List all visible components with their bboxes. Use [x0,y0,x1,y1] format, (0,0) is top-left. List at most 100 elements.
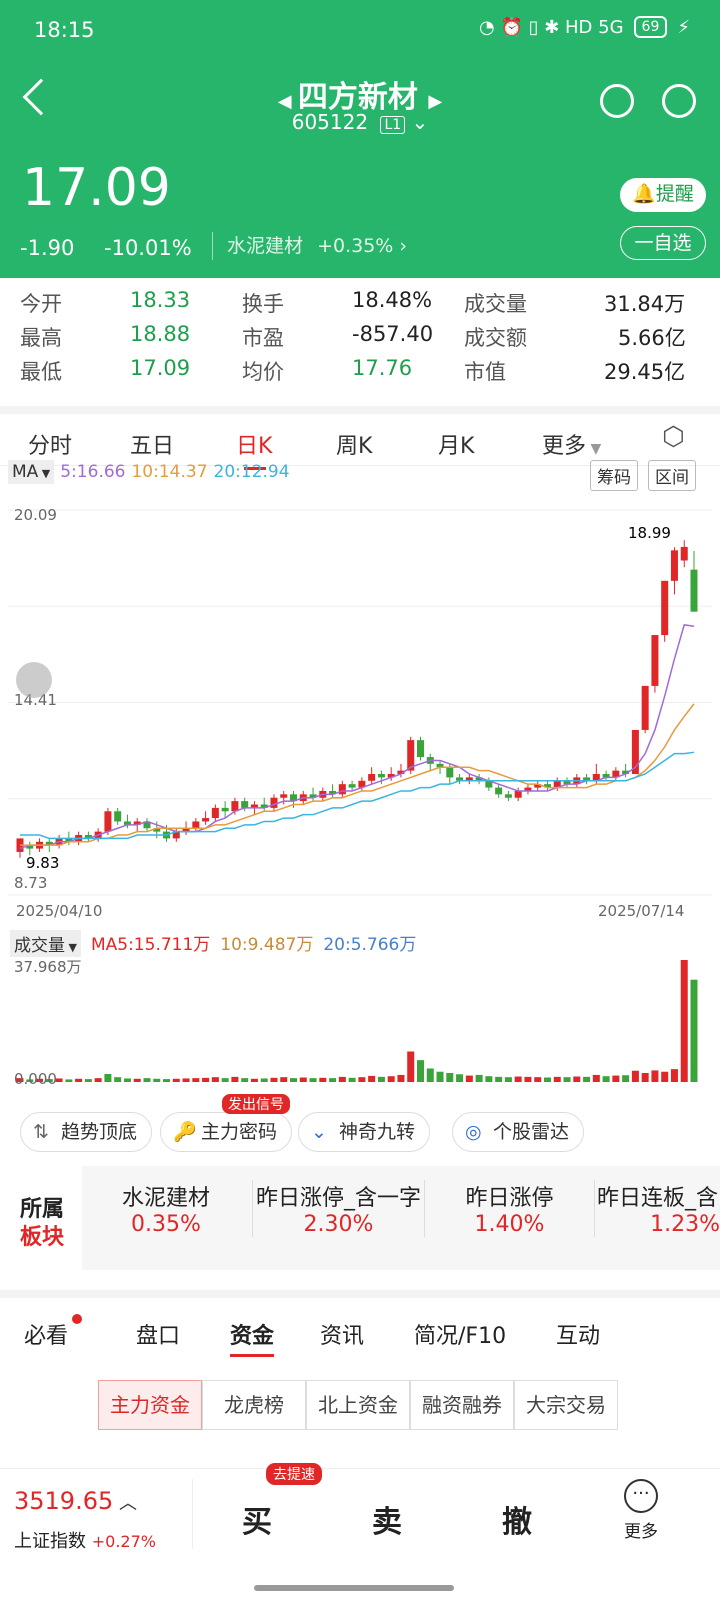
next-stock-icon[interactable]: ▶ [428,91,442,112]
tab-interact[interactable]: 互动 [556,1318,600,1350]
k-line-chart[interactable]: 20.09 14.41 8.73 9.83 18.99 2025/04/10 2… [8,500,712,918]
board-item[interactable]: 水泥建材 0.35% [82,1180,250,1237]
board-name: 水泥建材 [121,1186,210,1211]
stock-radar-button[interactable]: ◎ 个股雷达 [452,1112,585,1152]
board-item[interactable]: 昨日连板_含 1.23% [594,1180,720,1237]
volume-bar [319,1077,327,1082]
chips-button[interactable]: 筹码 [590,460,638,491]
board-name: 昨日涨停_含一字 [255,1186,421,1211]
range-button[interactable]: 区间 [648,460,696,491]
volume-bar [612,1075,620,1082]
volume-bar [309,1078,317,1082]
alert-button[interactable]: 🔔提醒 [620,178,706,212]
candle [495,787,503,795]
status-icons: ◔ ⏰ ▯ ✱ HD 5G 69 ⚡ [479,16,690,38]
quote-label: 换手 [242,292,284,316]
sell-button[interactable]: 卖 [372,1497,402,1541]
ma-label: MA [12,462,39,482]
tab-news[interactable]: 资讯 [320,1318,364,1350]
home-indicator[interactable] [254,1585,454,1591]
scroll-left-icon[interactable] [16,662,52,698]
tab-monthly-k[interactable]: 月K [438,428,474,460]
refresh-icon[interactable] [600,84,634,118]
tab-intraday[interactable]: 分时 [28,428,72,460]
board-title-line1: 所属 [20,1197,65,1222]
candle [211,807,219,819]
tab-more[interactable]: 更多 ▼ [542,428,601,460]
subtab-main-capital[interactable]: 主力资金 [98,1380,202,1430]
volume-bar [661,1071,669,1082]
candle [348,784,356,788]
subtab-northbound[interactable]: 北上资金 [306,1380,410,1430]
search-icon[interactable] [662,84,696,118]
prev-stock-icon[interactable]: ◀ [278,91,298,112]
index-value-row[interactable]: 3519.65 ︿ [14,1487,137,1515]
ma20-value: 20:12.94 [213,462,290,482]
more-icon[interactable]: ··· [624,1479,658,1513]
volume-bar [436,1071,444,1082]
sector-pct: +0.35% [317,235,394,257]
candle [690,569,698,612]
sector-name: 水泥建材 [227,235,304,257]
volume-bar [358,1077,366,1082]
vol-ma5: MA5:15.711万 [90,935,211,955]
board-item[interactable]: 昨日涨停 1.40% [424,1180,594,1237]
volume-bar [202,1077,210,1082]
volume-bar [241,1078,249,1082]
board-name: 昨日连板_含 [596,1186,718,1211]
tab-weekly-k[interactable]: 周K [336,428,372,460]
tab-profile[interactable]: 简况/F10 [414,1318,506,1350]
quote-value: 18.88 [130,322,191,346]
volume-bar [602,1076,610,1082]
vol-ma10: 10:9.487万 [220,935,314,955]
cancel-order-button[interactable]: 撤 [502,1497,532,1541]
volume-bar [123,1078,131,1082]
signal-badge: 发出信号 [222,1094,290,1114]
volume-bar [670,1069,678,1082]
volume-bar [465,1075,473,1082]
quote-value: 17.76 [352,356,413,380]
tab-daily-k[interactable]: 日K [236,428,272,470]
volume-bar [94,1078,102,1082]
board-pct: 0.35% [131,1212,201,1237]
volume-chart[interactable]: 37.968万 0.000 [8,956,712,1088]
volume-bar [397,1074,405,1082]
watchlist-button[interactable]: 一自选 [620,226,706,260]
tab-capital[interactable]: 资金 [230,1318,275,1357]
tab-order-book[interactable]: 盘口 [136,1318,180,1350]
charging-icon: ⚡ [677,16,690,38]
subtab-block-trade[interactable]: 大宗交易 [514,1380,618,1430]
price-change: -1.90 [20,236,75,260]
volume-bar [475,1074,483,1082]
candle [416,740,424,758]
quote-value: 5.66亿 [618,326,686,350]
volume-bar [377,1076,385,1082]
subtab-margin[interactable]: 融资融券 [410,1380,514,1430]
key-icon: 🔑 [173,1121,197,1143]
ma-selector[interactable]: MA ▼ [8,460,55,484]
tool-label: 神奇九转 [339,1121,416,1143]
sector-link[interactable]: 水泥建材 +0.35% › [212,232,407,260]
volume-bar [456,1074,464,1082]
candle [241,801,249,808]
volume-bar [368,1075,376,1082]
main-code-button[interactable]: 🔑 主力密码 [160,1112,293,1152]
trend-top-bottom-button[interactable]: ⇅ 趋势顶底 [20,1112,153,1152]
tab-must-see[interactable]: 必看 [24,1318,68,1350]
volume-header: 成交量 ▼ MA5:15.711万 10:9.487万 20:5.766万 [10,930,416,957]
stock-header: 18:15 ◔ ⏰ ▯ ✱ HD 5G 69 ⚡ ◀ 四方新材 ▶ 605122… [0,0,720,278]
volume-bar [211,1077,219,1082]
subtab-dragon-tiger[interactable]: 龙虎榜 [202,1380,306,1430]
settings-icon[interactable]: ⬡ [662,422,685,452]
caret-down-icon: ▼ [586,441,602,457]
tab-five-day[interactable]: 五日 [130,428,174,460]
volume-bar [299,1077,307,1082]
volume-selector[interactable]: 成交量 ▼ [10,930,81,957]
high-marker: 18.99 [628,524,671,542]
board-item[interactable]: 昨日涨停_含一字 2.30% [252,1180,424,1237]
more-label[interactable]: 更多 [624,1517,658,1542]
status-time: 18:15 [34,18,95,42]
chevron-down-icon: ⌄ [411,110,429,134]
buy-button[interactable]: 买 [242,1497,272,1541]
magic-nine-button[interactable]: ⌄ 神奇九转 [298,1112,431,1152]
